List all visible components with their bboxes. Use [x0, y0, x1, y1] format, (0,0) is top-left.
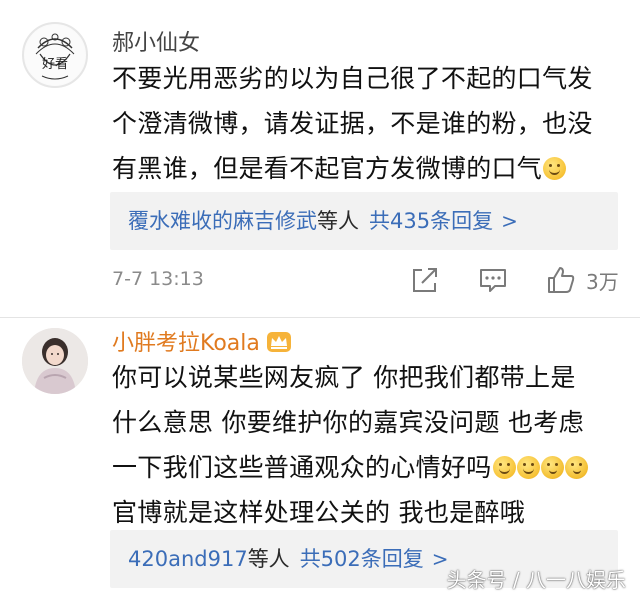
chevron-right-icon: > — [501, 209, 518, 233]
thumbs-up-icon — [548, 267, 575, 293]
comment-line: 你可以说某些网友疯了 你把我们都带上是 — [112, 363, 576, 392]
timestamp: 7-7 13:13 — [112, 268, 204, 290]
comment-item-1: 好看 郝小仙女 不要光用恶劣的以为自己很了不起的口气发 个澄清微博，请发证据，不… — [0, 0, 640, 318]
reply-count[interactable]: 共435条回复 — [369, 209, 493, 233]
reply-users-link[interactable]: 420and917 — [128, 547, 248, 571]
username[interactable]: 郝小仙女 — [112, 30, 200, 58]
comment-line: 什么意思 你要维护你的嘉宾没问题 也考虑 — [112, 408, 584, 437]
share-icon — [413, 268, 437, 292]
avatar[interactable]: 好看 — [22, 22, 88, 88]
comment-line: 一下我们这些普通观众的心情好吗 — [112, 445, 618, 490]
comment-button[interactable] — [478, 262, 508, 298]
avatar-photo-icon — [22, 328, 88, 394]
reply-count[interactable]: 共502条回复 — [300, 547, 424, 571]
smile-emoji-icon — [543, 157, 567, 180]
comment-item-2: 小胖考拉Koala 你可以说某些网友疯了 你把我们都带上是 什么意思 你要维护你… — [0, 318, 640, 597]
vip-crown-icon — [266, 332, 291, 352]
thinking-emoji-icon — [564, 456, 588, 479]
smile-emoji-icon — [492, 456, 516, 479]
reply-users-link[interactable]: 覆水难收的麻吉修武 — [128, 209, 317, 233]
comment-icon — [480, 269, 506, 292]
avatar[interactable] — [22, 328, 88, 394]
avatar-sketch-icon: 好看 — [25, 25, 85, 85]
watermark: 头条号 / 八一八娱乐 — [446, 568, 626, 592]
comment-text: 不要光用恶劣的以为自己很了不起的口气发 个澄清微博，请发证据，不是谁的粉，也没 … — [112, 56, 618, 191]
username[interactable]: 小胖考拉Koala — [112, 330, 292, 358]
share-button[interactable] — [410, 262, 440, 298]
smile-emoji-icon — [516, 456, 540, 479]
comment-line: 有黑谁，但是看不起官方发微博的口气 — [112, 146, 618, 191]
comment-text: 你可以说某些网友疯了 你把我们都带上是 什么意思 你要维护你的嘉宾没问题 也考虑… — [112, 355, 618, 535]
like-count: 3万 — [586, 269, 619, 294]
comment-line: 官博就是这样处理公关的 我也是醉哦 — [112, 498, 526, 527]
reply-summary[interactable]: 覆水难收的麻吉修武等人 共435条回复 > — [110, 192, 618, 250]
reply-suffix: 等人 — [247, 547, 290, 571]
like-button[interactable]: 3万 — [546, 262, 619, 298]
comment-line: 不要光用恶劣的以为自己很了不起的口气发 — [112, 64, 593, 93]
comment-line: 个澄清微博，请发证据，不是谁的粉，也没 — [112, 109, 593, 138]
username-text: 小胖考拉Koala — [112, 331, 260, 356]
svg-text:好看: 好看 — [42, 56, 68, 72]
thinking-emoji-icon — [540, 456, 564, 479]
reply-suffix: 等人 — [317, 209, 359, 233]
